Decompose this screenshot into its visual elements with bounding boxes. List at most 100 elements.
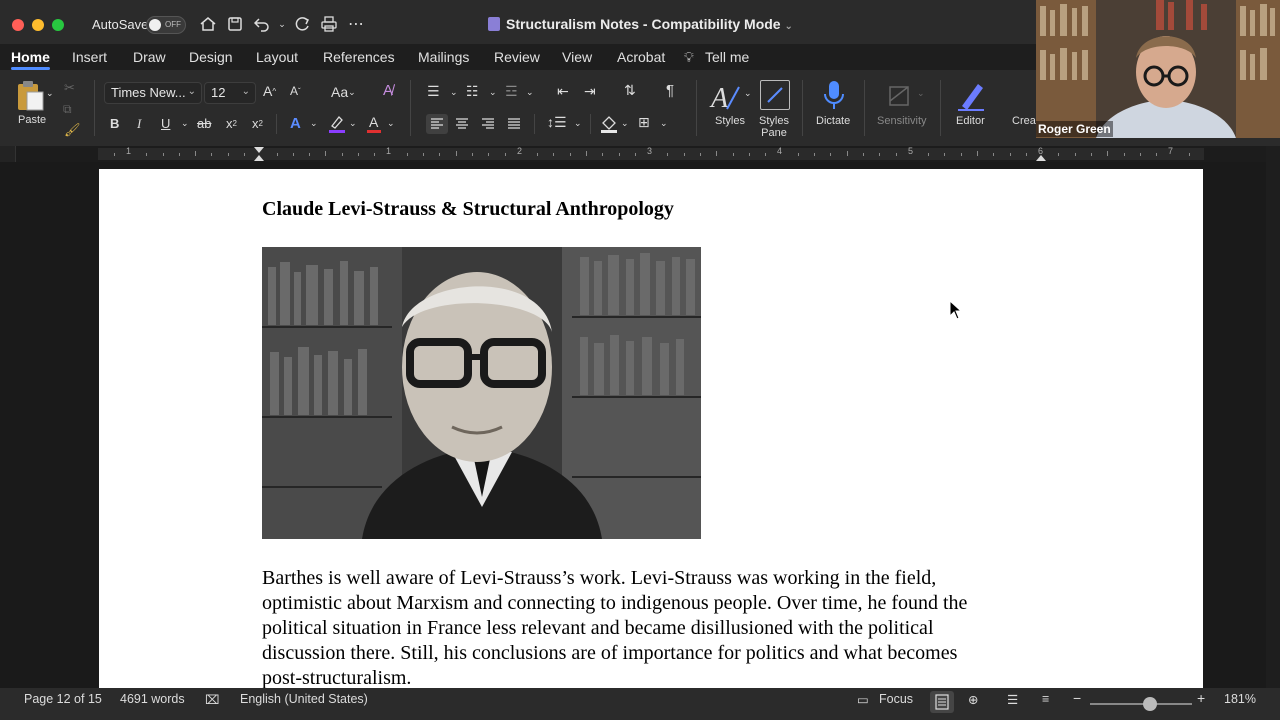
font-name-dropdown[interactable]: Times New... ⌄: [104, 82, 202, 104]
superscript-button[interactable]: x2: [252, 116, 263, 131]
focus-icon[interactable]: ▭: [857, 692, 869, 707]
tab-view[interactable]: View: [562, 49, 592, 65]
highlight-chevron-icon[interactable]: ⌄: [349, 118, 357, 129]
zoom-slider-track[interactable]: [1090, 703, 1192, 705]
ruler-tick: [1156, 153, 1157, 156]
numbering-icon[interactable]: ☷: [466, 83, 479, 100]
left-indent-marker[interactable]: [254, 155, 264, 161]
tab-mailings[interactable]: Mailings: [418, 49, 469, 65]
shading-icon[interactable]: [600, 114, 618, 134]
tab-references[interactable]: References: [323, 49, 395, 65]
subscript-button[interactable]: x2: [226, 116, 237, 131]
close-window-button[interactable]: [12, 19, 24, 31]
underline-chevron-icon[interactable]: ⌄: [181, 118, 189, 129]
shading-chevron-icon[interactable]: ⌄: [621, 118, 629, 129]
create-pdf-label[interactable]: Crea: [1012, 115, 1036, 127]
strikethrough-button[interactable]: ab: [197, 116, 211, 131]
sensitivity-icon[interactable]: [886, 80, 914, 110]
portrait-photo[interactable]: [262, 247, 701, 539]
paste-icon[interactable]: [14, 80, 46, 112]
borders-icon[interactable]: ⊞: [638, 114, 650, 131]
word-count[interactable]: 4691 words: [120, 692, 185, 706]
align-center-button[interactable]: [452, 114, 472, 134]
undo-icon[interactable]: [252, 14, 272, 34]
autosave-toggle[interactable]: OFF: [146, 16, 186, 34]
decrease-indent-icon[interactable]: ⇤: [557, 83, 569, 100]
line-spacing-chevron-icon[interactable]: ⌄: [574, 118, 582, 129]
bold-button[interactable]: B: [110, 116, 119, 131]
web-layout-icon[interactable]: ⊕: [968, 692, 978, 707]
grow-font-icon[interactable]: A ^: [263, 83, 276, 99]
font-size-dropdown[interactable]: 12 ⌄: [204, 82, 256, 104]
zoom-in-button[interactable]: +: [1197, 690, 1205, 706]
styles-icon[interactable]: A: [708, 78, 744, 114]
zoom-level[interactable]: 181%: [1224, 692, 1256, 706]
tab-review[interactable]: Review: [494, 49, 540, 65]
multilevel-list-icon[interactable]: ☲: [505, 83, 518, 100]
tab-insert[interactable]: Insert: [72, 49, 107, 65]
more-options-icon[interactable]: ⋯: [346, 14, 366, 34]
highlight-color-icon[interactable]: [328, 114, 346, 134]
increase-indent-icon[interactable]: ⇥: [584, 83, 596, 100]
tab-home[interactable]: Home: [11, 49, 50, 70]
zoom-out-button[interactable]: −: [1073, 690, 1081, 706]
editor-icon[interactable]: [956, 80, 986, 112]
tab-acrobat[interactable]: Acrobat: [617, 49, 665, 65]
first-line-indent-marker[interactable]: [254, 147, 264, 153]
minimize-window-button[interactable]: [32, 19, 44, 31]
home-icon[interactable]: [198, 14, 218, 34]
sensitivity-chevron-icon[interactable]: ⌄: [917, 88, 925, 99]
video-call-thumbnail[interactable]: [1036, 0, 1280, 138]
justify-button[interactable]: [504, 114, 524, 134]
font-color-icon[interactable]: A: [366, 114, 382, 134]
redo-icon[interactable]: [292, 14, 312, 34]
bullets-chevron-icon[interactable]: ⌄: [450, 87, 458, 98]
microphone-icon[interactable]: [822, 80, 846, 112]
outline-view-icon[interactable]: ☰: [1007, 692, 1018, 707]
multilevel-chevron-icon[interactable]: ⌄: [526, 87, 534, 98]
text-effects-chevron-icon[interactable]: ⌄: [310, 118, 318, 129]
title-chevron-icon[interactable]: ⌄: [784, 21, 792, 32]
zoom-window-button[interactable]: [52, 19, 64, 31]
align-right-button[interactable]: [478, 114, 498, 134]
copy-icon[interactable]: ⧉: [63, 102, 72, 117]
styles-pane-label[interactable]: Styles Pane: [759, 115, 789, 139]
show-formatting-marks-icon[interactable]: ¶: [666, 82, 674, 99]
italic-button[interactable]: I: [137, 116, 141, 132]
borders-chevron-icon[interactable]: ⌄: [660, 118, 668, 129]
horizontal-ruler[interactable]: 1 1 2 3 4 5 6 7 ⌐: [0, 146, 1266, 162]
line-spacing-icon[interactable]: ↕☰: [547, 114, 567, 131]
language[interactable]: English (United States): [240, 692, 368, 706]
format-painter-icon[interactable]: 🖌︎: [64, 122, 81, 138]
tab-layout[interactable]: Layout: [256, 49, 298, 65]
print-layout-button[interactable]: [930, 691, 954, 713]
tab-draw[interactable]: Draw: [133, 49, 166, 65]
save-icon[interactable]: [225, 14, 245, 34]
align-left-button[interactable]: [426, 114, 448, 134]
styles-pane-icon[interactable]: [760, 80, 790, 110]
shrink-font-icon[interactable]: Aˇ: [290, 84, 301, 98]
text-effects-icon[interactable]: A: [290, 115, 301, 132]
focus-button[interactable]: Focus: [879, 692, 913, 706]
undo-menu-chevron-icon[interactable]: ⌄: [272, 14, 292, 34]
font-color-chevron-icon[interactable]: ⌄: [387, 118, 395, 129]
print-icon[interactable]: [319, 14, 339, 34]
right-indent-marker[interactable]: [1036, 155, 1046, 161]
underline-button[interactable]: U: [161, 116, 170, 131]
tell-me-search[interactable]: Tell me: [705, 49, 749, 65]
proofing-icon[interactable]: ⌧: [205, 692, 219, 707]
sort-icon[interactable]: ⇅: [624, 82, 636, 99]
clear-formatting-icon[interactable]: A̸: [383, 82, 393, 99]
paste-options-chevron-icon[interactable]: ⌄: [46, 88, 54, 99]
tab-design[interactable]: Design: [189, 49, 233, 65]
styles-chevron-icon[interactable]: ⌄: [744, 88, 752, 99]
cut-icon[interactable]: ✂: [64, 80, 75, 96]
change-case-icon[interactable]: Aa ⌄: [331, 84, 356, 100]
ruler-number: 5: [908, 146, 914, 156]
draft-view-icon[interactable]: ≡: [1042, 692, 1049, 706]
numbering-chevron-icon[interactable]: ⌄: [489, 87, 497, 98]
page-count[interactable]: Page 12 of 15: [24, 692, 102, 706]
bullets-icon[interactable]: ☰: [427, 83, 440, 100]
zoom-slider-thumb[interactable]: [1143, 697, 1157, 711]
vertical-scrollbar[interactable]: [1266, 146, 1280, 688]
